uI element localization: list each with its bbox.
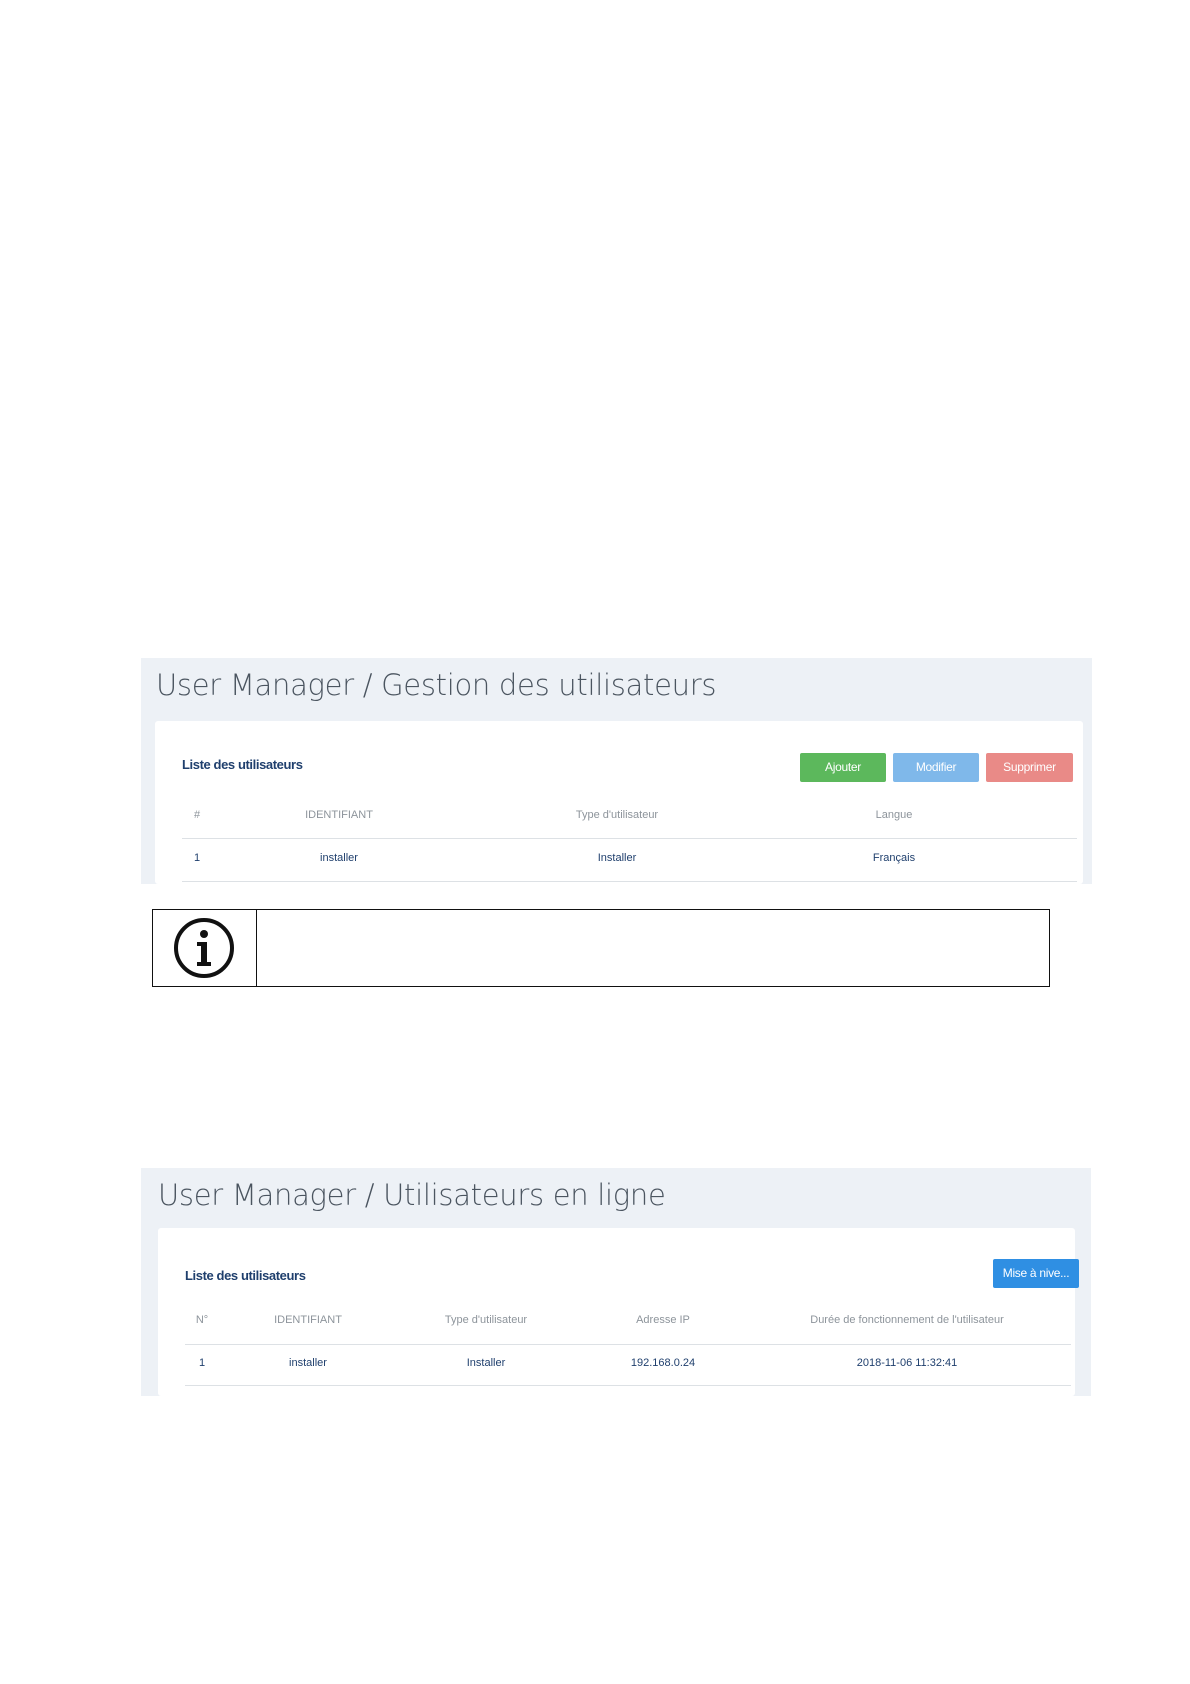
column-header-user-type: Type d'utilisateur xyxy=(575,809,659,821)
upgrade-button[interactable]: Mise à nive... xyxy=(993,1259,1079,1288)
column-header-uptime: Durée de fonctionnement de l'utilisateur xyxy=(810,1314,1004,1326)
cell-identifier: installer xyxy=(320,852,358,864)
cell-number: 1 xyxy=(193,852,201,864)
add-button[interactable]: Ajouter xyxy=(800,753,886,782)
info-icon-cell xyxy=(153,910,257,986)
header-divider xyxy=(182,838,1077,839)
cell-uptime: 2018-11-06 11:32:41 xyxy=(856,1357,958,1369)
online-users-screenshot: User Manager / Utilisateurs en ligne Lis… xyxy=(141,1168,1091,1396)
user-list-card: Liste des utilisateurs Ajouter Modifier … xyxy=(155,721,1083,884)
header-divider xyxy=(185,1344,1071,1345)
info-note-box xyxy=(152,909,1050,987)
delete-button[interactable]: Supprimer xyxy=(986,753,1073,782)
cell-ip-address: 192.168.0.24 xyxy=(630,1357,696,1369)
column-header-user-type: Type d'utilisateur xyxy=(444,1314,528,1326)
cell-user-type: Installer xyxy=(466,1357,506,1369)
card-title: Liste des utilisateurs xyxy=(182,757,303,772)
cell-number: 1 xyxy=(198,1357,206,1369)
card-title: Liste des utilisateurs xyxy=(185,1268,306,1283)
row-divider xyxy=(185,1385,1071,1386)
column-header-ip-address: Adresse IP xyxy=(636,1314,690,1326)
column-header-identifier: IDENTIFIANT xyxy=(305,809,373,821)
page-title: User Manager / Gestion des utilisateurs xyxy=(156,668,717,702)
row-divider xyxy=(182,881,1077,882)
edit-button[interactable]: Modifier xyxy=(893,753,979,782)
cell-identifier: installer xyxy=(289,1357,327,1369)
column-header-identifier: IDENTIFIANT xyxy=(274,1314,342,1326)
user-management-screenshot: User Manager / Gestion des utilisateurs … xyxy=(141,658,1092,884)
online-user-list-card: Liste des utilisateurs Mise à nive... N°… xyxy=(158,1228,1079,1396)
info-circle-icon xyxy=(174,918,234,978)
cell-user-type: Installer xyxy=(597,852,637,864)
column-header-number: N° xyxy=(195,1314,209,1326)
page-title: User Manager / Utilisateurs en ligne xyxy=(158,1178,666,1212)
column-header-number: # xyxy=(193,809,201,821)
column-header-language: Langue xyxy=(875,809,913,821)
cell-language: Français xyxy=(872,852,916,864)
